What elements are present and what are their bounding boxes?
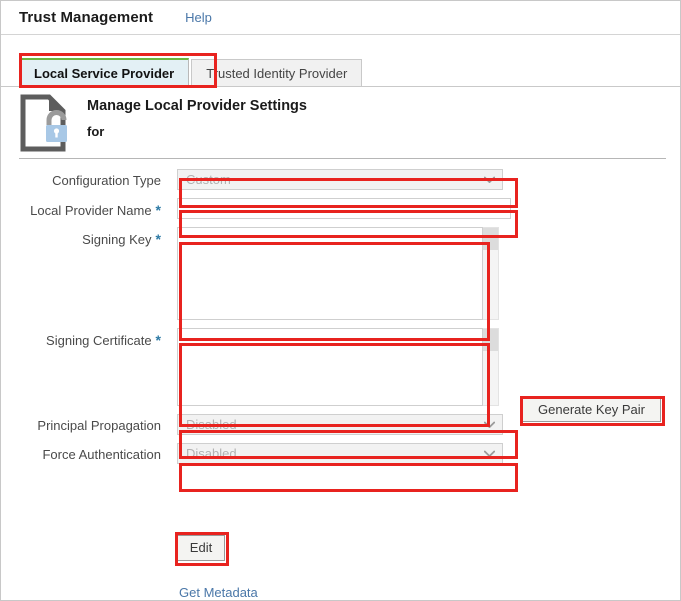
form-row-signing-key: Signing Key *	[1, 227, 680, 320]
scrollbar-thumb[interactable]	[483, 329, 498, 351]
chevron-down-icon	[484, 176, 495, 183]
edit-button[interactable]: Edit	[177, 535, 225, 561]
help-link[interactable]: Help	[185, 10, 212, 25]
chevron-down-icon	[484, 421, 495, 428]
tab-label: Trusted Identity Provider	[206, 65, 348, 81]
section-subtitle: for	[87, 124, 105, 140]
form-row-force-authentication: Force Authentication Disabled	[1, 443, 680, 464]
local-provider-settings-form: Configuration Type Custom Local Provider…	[1, 169, 680, 472]
document-unlock-icon	[20, 94, 67, 152]
edit-button-wrapper: Edit	[177, 535, 225, 561]
signing-certificate-textarea[interactable]	[177, 328, 483, 406]
tab-strip: Local Service Provider Trusted Identity …	[1, 36, 680, 87]
configuration-type-value: Custom	[186, 172, 231, 187]
form-row-signing-certificate: Signing Certificate *	[1, 328, 680, 406]
force-authentication-select[interactable]: Disabled	[177, 443, 503, 464]
page-title: Trust Management	[19, 9, 154, 26]
signing-certificate-scrollbar[interactable]	[483, 328, 499, 406]
tab-local-service-provider[interactable]: Local Service Provider	[19, 58, 190, 86]
scrollbar-thumb[interactable]	[483, 228, 498, 250]
tab-label: Local Service Provider	[34, 65, 175, 81]
trust-management-window: Trust Management Help Local Service Prov…	[0, 0, 681, 601]
signing-key-scrollbar[interactable]	[483, 227, 499, 320]
get-metadata-link[interactable]: Get Metadata	[179, 585, 258, 600]
local-provider-name-input[interactable]	[177, 198, 511, 219]
label-force-authentication: Force Authentication	[42, 447, 161, 462]
section-title: Manage Local Provider Settings	[87, 98, 307, 114]
required-marker: *	[155, 231, 161, 247]
label-principal-propagation: Principal Propagation	[37, 418, 161, 433]
window-titlebar: Trust Management Help	[1, 1, 680, 35]
chevron-down-icon	[484, 450, 495, 457]
label-signing-certificate: Signing Certificate *	[46, 332, 161, 348]
form-row-configuration-type: Configuration Type Custom	[1, 169, 680, 190]
form-row-local-provider-name: Local Provider Name *	[1, 198, 680, 219]
required-marker: *	[155, 202, 161, 218]
configuration-type-select[interactable]: Custom	[177, 169, 503, 190]
tab-trusted-identity-provider[interactable]: Trusted Identity Provider	[191, 59, 363, 86]
label-local-provider-name: Local Provider Name *	[30, 202, 161, 218]
generate-key-pair-button[interactable]: Generate Key Pair	[522, 398, 661, 422]
signing-key-textarea[interactable]	[177, 227, 483, 320]
section-header: Manage Local Provider Settings for	[19, 93, 307, 152]
principal-propagation-select[interactable]: Disabled	[177, 414, 503, 435]
principal-propagation-value: Disabled	[186, 417, 237, 432]
required-marker: *	[155, 332, 161, 348]
generate-key-pair-wrapper: Generate Key Pair	[522, 398, 661, 422]
content-pane: Manage Local Provider Settings for Confi…	[1, 87, 680, 600]
label-configuration-type: Configuration Type	[52, 173, 161, 188]
header-divider	[19, 158, 666, 159]
force-authentication-value: Disabled	[186, 446, 237, 461]
label-signing-key: Signing Key *	[82, 231, 161, 247]
